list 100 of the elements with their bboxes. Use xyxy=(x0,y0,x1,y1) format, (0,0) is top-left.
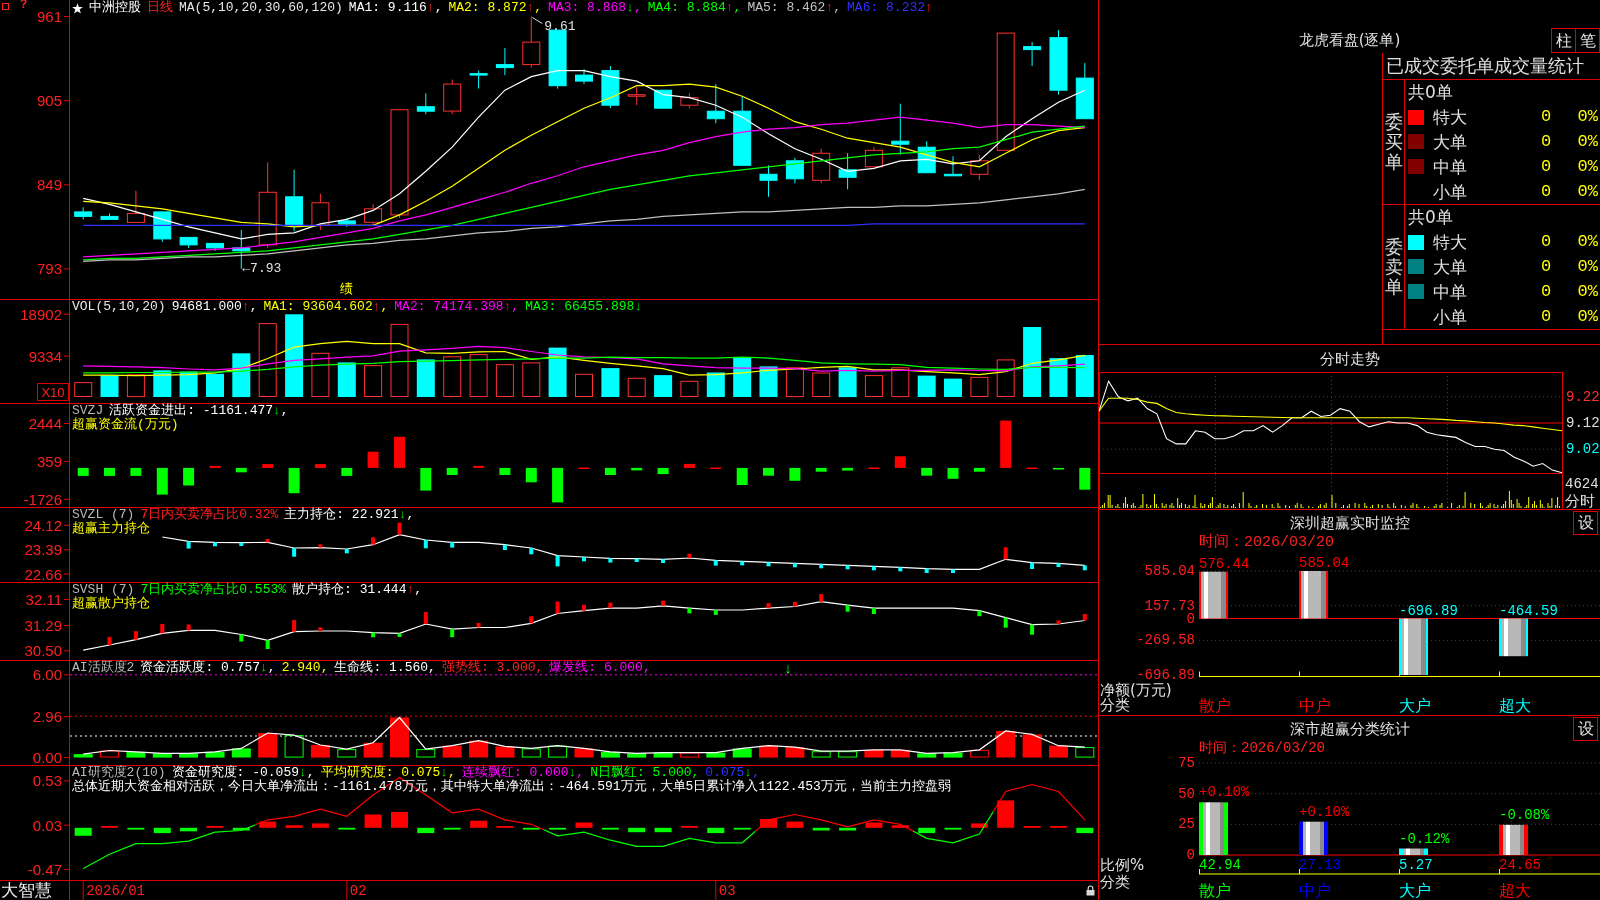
count-cell-text: 0 xyxy=(1540,155,1552,178)
axis-label: 849 xyxy=(36,176,62,194)
axis-label: 359 xyxy=(36,452,62,470)
side-label: 委买单 xyxy=(1384,112,1403,172)
change-label: +0.10% xyxy=(1299,803,1350,820)
category-label: 散户 xyxy=(1199,880,1231,900)
change-label: -0.08% xyxy=(1499,806,1550,823)
legend-value: 强势线: 3.000, xyxy=(441,661,544,675)
section-title: 深圳超赢实时监控 xyxy=(1289,513,1410,532)
indicator-bar xyxy=(944,827,962,830)
view-button[interactable]: 柱 xyxy=(1551,28,1576,53)
indicator-bar xyxy=(891,825,909,828)
candlestick xyxy=(706,83,725,124)
indicator-bar xyxy=(657,467,669,475)
indicator-bar xyxy=(77,467,89,476)
value-label: 5.27 xyxy=(1399,857,1433,873)
category-bar xyxy=(1299,821,1328,855)
indicator-bar xyxy=(839,827,857,831)
legend-value: N日飘红: 5.000, xyxy=(590,766,700,780)
indicator-bar xyxy=(525,467,537,483)
axis-label: 9.22 xyxy=(1566,388,1600,405)
star-icon xyxy=(72,2,83,14)
indicator-bar xyxy=(443,827,461,830)
share-cell-text: 0% xyxy=(1577,155,1598,178)
indicator-name: SVZJ xyxy=(72,404,104,418)
indicator-bar xyxy=(789,467,801,481)
indicator-bar xyxy=(736,467,748,485)
axis-label: -1726 xyxy=(23,490,62,507)
axis-label: 9.12 xyxy=(1566,415,1600,431)
candlestick xyxy=(364,203,383,226)
axis-label: 4624 xyxy=(1565,476,1599,492)
count-cell-text: 0 xyxy=(1540,231,1552,254)
row-label: 大单 xyxy=(1432,256,1467,279)
share-cell-text: 0% xyxy=(1577,180,1598,203)
legend-value: 主力持仓: 22.921↓, xyxy=(284,508,415,522)
legend-value: 活跃资金进出: -1161.477↓, xyxy=(109,404,289,418)
value-label: 42.94 xyxy=(1199,857,1241,873)
indicator-bar xyxy=(947,467,959,479)
count-cell-text: 0 xyxy=(1540,305,1552,328)
indicator-bar xyxy=(104,467,115,476)
category-label: 超大 xyxy=(1499,695,1531,715)
category-bar xyxy=(1499,618,1528,657)
indicator-bar xyxy=(604,467,616,475)
legend-value: MA1: 9.116↑, xyxy=(348,1,443,15)
section-title: 深市超赢分类统计 xyxy=(1289,719,1410,738)
indicator-bar xyxy=(153,827,171,834)
indicator-bar xyxy=(1023,826,1041,828)
row-label: 中单 xyxy=(1432,280,1467,304)
indicator-bar xyxy=(180,827,198,832)
category-label: 中户 xyxy=(1299,695,1331,715)
indicator-bar xyxy=(262,464,274,468)
candlestick xyxy=(206,242,224,252)
indicator-name: AI研究度2(10) xyxy=(72,766,166,780)
indicator-name: VOL(5,10,20) xyxy=(72,300,166,314)
legend-value: MA6: 8.232↑ xyxy=(847,1,933,15)
indicator-bar xyxy=(680,826,698,828)
axis-label: 0.03 xyxy=(32,816,62,834)
candlestick xyxy=(495,47,514,76)
row-label: 特大 xyxy=(1432,231,1467,255)
indicator-bar xyxy=(391,811,408,828)
indicator-bar xyxy=(631,467,643,471)
axis-label: 0 xyxy=(1186,847,1195,863)
candlestick xyxy=(1049,29,1068,96)
candlestick xyxy=(285,169,304,232)
axis-title: 分类 xyxy=(1100,873,1130,891)
value-label: 585.04 xyxy=(1299,555,1350,571)
axis-label: -269.58 xyxy=(1136,632,1195,649)
settings-button[interactable]: 设 xyxy=(1573,510,1598,535)
legend-value: MA2: 8.872↑, xyxy=(448,1,543,15)
indicator-bar xyxy=(552,467,564,503)
view-button[interactable]: 笔 xyxy=(1575,28,1600,53)
indicator-bar xyxy=(314,464,326,468)
indicator-bar xyxy=(894,456,906,468)
category-label: 大户 xyxy=(1399,880,1431,900)
period-label: 分时 xyxy=(1565,492,1595,509)
candlestick xyxy=(100,212,119,220)
candlestick xyxy=(179,236,198,249)
table-title: 已成交委托单成交量统计 xyxy=(1383,53,1600,80)
legend-value: 0.075↓, xyxy=(705,766,760,780)
indicator-bar xyxy=(1053,467,1064,470)
lock-icon xyxy=(1086,885,1095,896)
candlestick xyxy=(627,86,646,106)
legend-value: 7日内买卖净占比0.32% xyxy=(140,508,279,522)
unit-button[interactable]: X10 xyxy=(37,383,69,401)
help-mark[interactable]: ? xyxy=(20,0,28,11)
date-label: 02 xyxy=(349,883,367,899)
legend-value: MA4: 8.884↑, xyxy=(647,1,742,15)
share-cell-text: 0% xyxy=(1577,106,1598,129)
axis-label: 2.96 xyxy=(32,708,62,726)
value-label: -696.89 xyxy=(1399,602,1458,619)
axis-label: 75 xyxy=(1178,755,1195,771)
square-icon xyxy=(2,3,9,10)
settings-button[interactable]: 设 xyxy=(1573,716,1598,741)
axis-label: -0.47 xyxy=(27,860,62,878)
category-label: 超大 xyxy=(1499,880,1531,900)
count-cell-text: 0 xyxy=(1540,180,1552,203)
axis-label: 23.39 xyxy=(24,541,62,559)
high-price-label: 9.61 xyxy=(544,19,576,34)
indicator-bar xyxy=(815,467,827,472)
candlestick xyxy=(469,70,488,90)
